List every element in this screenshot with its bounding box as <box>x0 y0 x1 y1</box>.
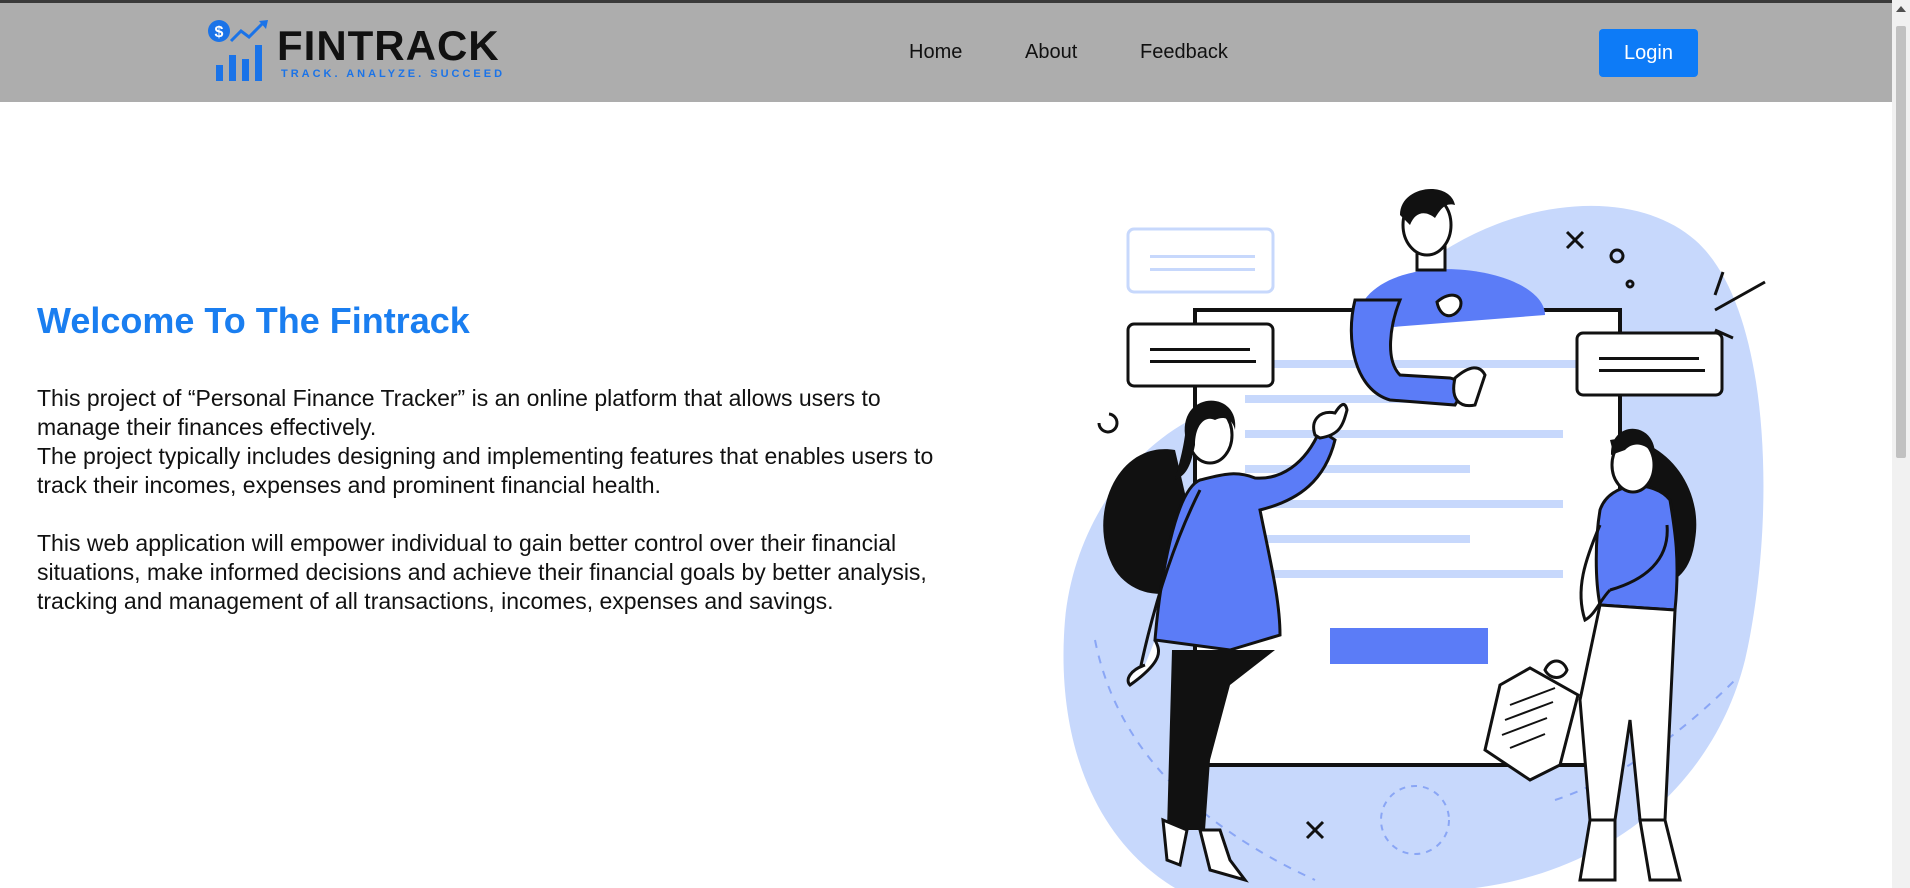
speech-bubble-left <box>1126 322 1275 388</box>
hero-title: Welcome To The Fintrack <box>37 300 470 341</box>
navbar: $ FINTRACK TRACK. ANALYZE. SUCCEED Home … <box>0 3 1892 102</box>
login-button[interactable]: Login <box>1599 29 1698 77</box>
scroll-up-arrow-icon[interactable] <box>1896 6 1906 12</box>
nav-about-link[interactable]: About <box>1025 41 1077 64</box>
logo-tagline: TRACK. ANALYZE. SUCCEED <box>281 68 506 80</box>
nav-feedback-link[interactable]: Feedback <box>1140 41 1228 64</box>
scrollbar-thumb[interactable] <box>1896 26 1906 458</box>
svg-text:$: $ <box>215 24 224 41</box>
document-submit-bar <box>1330 628 1488 664</box>
hero-paragraph-2: This web application will empower indivi… <box>37 530 927 614</box>
speech-bubble-faded <box>1126 227 1275 294</box>
hero-description: This project of “Personal Finance Tracke… <box>37 384 942 616</box>
logo[interactable]: $ FINTRACK TRACK. ANALYZE. SUCCEED <box>205 17 525 85</box>
speech-bubble-right <box>1575 331 1724 397</box>
nav-home-link[interactable]: Home <box>909 41 962 64</box>
logo-wordmark: FINTRACK <box>277 22 500 69</box>
hero-paragraph-1a: This project of “Personal Finance Tracke… <box>37 385 881 440</box>
page-scrollbar[interactable] <box>1892 0 1910 888</box>
hero-paragraph-1b: The project typically includes designing… <box>37 443 934 498</box>
team-collaboration-illustration <box>1063 188 1766 888</box>
dollar-growth-chart-icon: $ <box>208 20 268 81</box>
